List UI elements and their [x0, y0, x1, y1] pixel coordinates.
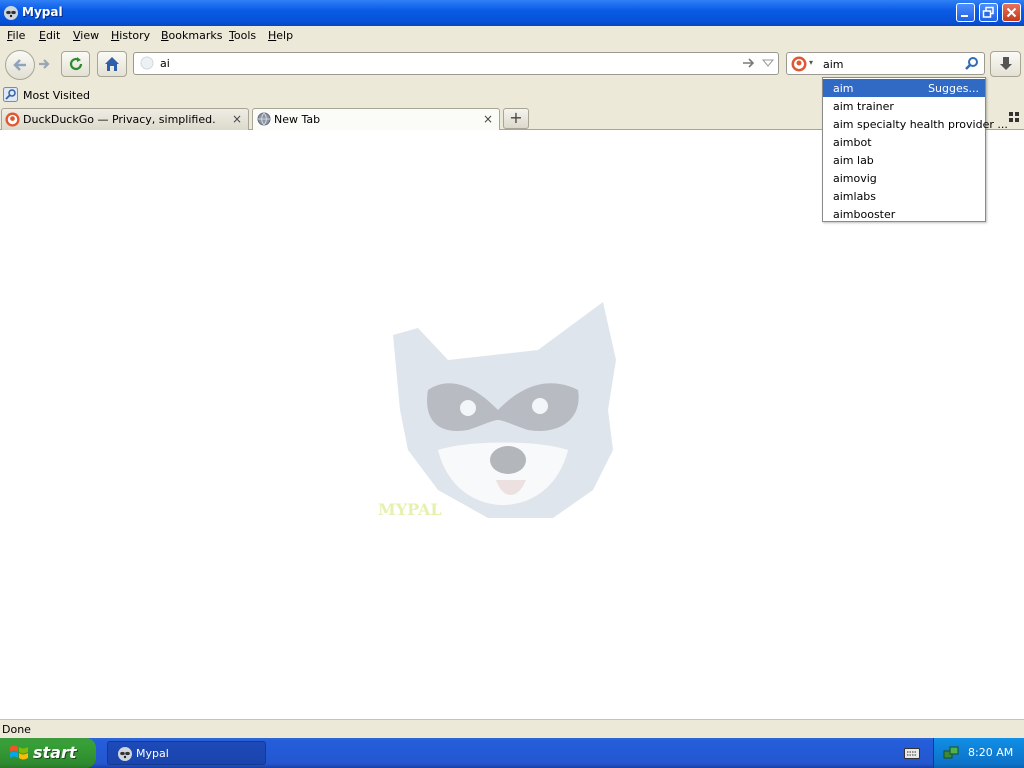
new-tab-button[interactable]: +: [503, 108, 529, 129]
suggestion-item[interactable]: aim Sugges...: [823, 79, 985, 97]
suggestion-label: aim lab: [833, 154, 874, 167]
suggestion-item[interactable]: aimbooster: [823, 205, 985, 223]
forward-arrow-icon: [37, 57, 51, 74]
status-bar: Done: [0, 719, 1024, 738]
suggestion-label: aim trainer: [833, 100, 894, 113]
taskbar-item-mypal[interactable]: Mypal: [107, 741, 266, 765]
search-input[interactable]: aim: [823, 58, 844, 71]
suggestion-item[interactable]: aimovig: [823, 169, 985, 187]
bookmark-label: Most Visited: [23, 89, 90, 102]
url-bar[interactable]: ai: [133, 52, 779, 75]
minimize-button[interactable]: [956, 3, 975, 22]
tab-groups-icon[interactable]: [1009, 112, 1019, 125]
reload-icon: [68, 56, 84, 75]
suggestion-label: aimbooster: [833, 208, 896, 221]
tab-label: DuckDuckGo — Privacy, simplified.: [23, 113, 216, 126]
start-label: start: [33, 743, 77, 762]
suggestion-item[interactable]: aim lab: [823, 151, 985, 169]
globe-icon: [257, 112, 271, 129]
menu-edit[interactable]: Edit: [39, 29, 60, 42]
download-arrow-icon: [998, 56, 1014, 75]
go-arrow-icon[interactable]: [742, 56, 756, 73]
search-bar[interactable]: ▾ aim: [786, 52, 985, 75]
suggestion-item[interactable]: aim trainer: [823, 97, 985, 115]
menu-bar: File Edit View History Bookmarks Tools H…: [0, 26, 1024, 46]
downloads-button[interactable]: [990, 51, 1021, 77]
close-window-button[interactable]: [1002, 3, 1021, 22]
home-button[interactable]: [97, 51, 127, 77]
suggestion-item[interactable]: aim specialty health provider ...: [823, 115, 1008, 133]
menu-view[interactable]: View: [73, 29, 99, 42]
raccoon-icon: [3, 5, 19, 21]
search-suggestions-popup: aim Sugges... aim trainer aim specialty …: [822, 77, 1008, 223]
page-identity-icon: [140, 56, 154, 73]
menu-help[interactable]: Help: [268, 29, 293, 42]
keyboard-icon[interactable]: [904, 746, 920, 763]
menu-tools[interactable]: Tools: [229, 29, 256, 42]
title-bar[interactable]: Mypal: [0, 0, 1024, 26]
windows-logo-icon: [9, 744, 29, 765]
duckduckgo-icon: [5, 112, 20, 130]
suggestion-label: aim: [833, 82, 854, 95]
tab-close-icon[interactable]: ×: [483, 112, 493, 126]
taskbar-item-label: Mypal: [136, 747, 169, 760]
raccoon-icon: [117, 746, 133, 765]
suggestion-item[interactable]: aimlabs: [823, 187, 985, 205]
forward-button[interactable]: [35, 56, 55, 74]
tab-close-icon[interactable]: ×: [232, 112, 242, 126]
tab-duckduckgo[interactable]: DuckDuckGo — Privacy, simplified. ×: [1, 108, 249, 130]
suggestions-hint: Sugges...: [928, 82, 979, 95]
menu-file[interactable]: File: [7, 29, 25, 42]
suggestion-label: aimlabs: [833, 190, 877, 203]
magnifier-icon[interactable]: [964, 56, 979, 74]
mypal-logo-text: MYPAL: [378, 500, 442, 519]
reload-button[interactable]: [61, 51, 90, 77]
engine-dropdown-icon[interactable]: ▾: [809, 58, 813, 67]
restore-button[interactable]: [979, 3, 998, 22]
back-arrow-icon: [12, 57, 28, 76]
mypal-watermark-logo: MYPAL: [378, 300, 618, 520]
menu-history[interactable]: History: [111, 29, 150, 42]
suggestion-item[interactable]: aimbot: [823, 133, 985, 151]
tab-label: New Tab: [274, 113, 321, 126]
menu-bookmarks[interactable]: Bookmarks: [161, 29, 222, 42]
status-text: Done: [2, 723, 31, 736]
start-button[interactable]: start: [0, 738, 96, 768]
network-icon[interactable]: [943, 745, 959, 764]
duckduckgo-icon[interactable]: [791, 56, 807, 75]
url-input[interactable]: ai: [160, 57, 170, 70]
suggestion-label: aimbot: [833, 136, 872, 149]
suggestion-label: aim specialty health provider ...: [833, 118, 1008, 131]
dropdown-triangle-icon[interactable]: [761, 58, 775, 71]
back-button[interactable]: [5, 50, 35, 80]
window-title: Mypal: [22, 5, 63, 19]
most-visited-icon: [3, 87, 18, 105]
system-tray: 8:20 AM: [933, 738, 1024, 768]
tab-new-tab[interactable]: New Tab ×: [252, 108, 500, 130]
clock: 8:20 AM: [968, 746, 1014, 759]
home-icon: [104, 56, 120, 75]
suggestion-label: aimovig: [833, 172, 877, 185]
